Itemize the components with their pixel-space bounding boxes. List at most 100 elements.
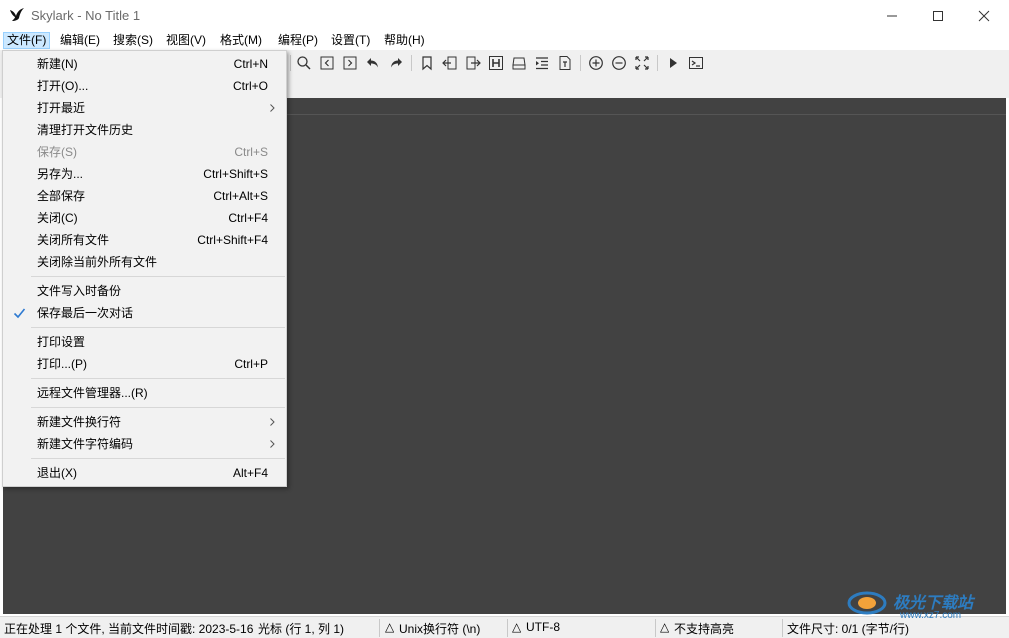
menu-item-label: 新建文件字符编码: [37, 437, 134, 451]
menu-item-new-file-encoding[interactable]: 新建文件字符编码: [5, 433, 284, 455]
menu-item-label: 保存(S): [37, 145, 77, 159]
title-bar: Skylark - No Title 1: [0, 0, 1009, 31]
zoom-out-button[interactable]: [609, 53, 629, 73]
status-cursor: 光标 (行 1, 列 1): [258, 622, 345, 636]
window-title: Skylark - No Title 1: [31, 8, 141, 23]
header-button[interactable]: [486, 53, 506, 73]
chevron-right-icon: [270, 418, 275, 426]
menu-item-save[interactable]: 保存(S) Ctrl+S: [5, 141, 284, 163]
menu-item-print-setup[interactable]: 打印设置: [5, 331, 284, 353]
menu-item-new[interactable]: 新建(N) Ctrl+N: [5, 53, 284, 75]
menu-item-open-recent[interactable]: 打开最近: [5, 97, 284, 119]
menu-item-shortcut: Ctrl+S: [234, 145, 268, 159]
menu-item-label: 清理打开文件历史: [37, 123, 134, 137]
menu-item-close[interactable]: 关闭(C) Ctrl+F4: [5, 207, 284, 229]
toolbar-separator: [411, 55, 412, 71]
menu-view[interactable]: 视图(V): [163, 32, 209, 49]
menu-item-label: 保存最后一次对话: [37, 306, 134, 320]
menu-item-shortcut: Alt+F4: [232, 466, 268, 480]
menu-separator: [31, 327, 285, 328]
menu-program[interactable]: 编程(P): [275, 32, 321, 49]
menu-item-new-file-line-ending[interactable]: 新建文件换行符: [5, 411, 284, 433]
status-separator: [507, 619, 508, 637]
chevron-right-icon: [270, 104, 275, 112]
status-processing: 正在处理 1 个文件, 当前文件时间戳: 2023-5-16: [4, 622, 254, 636]
drive-button[interactable]: [509, 53, 529, 73]
find-next-button[interactable]: [340, 53, 360, 73]
find-prev-button[interactable]: [317, 53, 337, 73]
menu-item-label: 退出(X): [37, 466, 77, 480]
menu-bar: 文件(F) 编辑(E) 搜索(S) 视图(V) 格式(M) 编程(P) 设置(T…: [0, 31, 1009, 50]
status-highlight-icon[interactable]: △: [660, 620, 669, 634]
status-encoding[interactable]: UTF-8: [526, 620, 646, 634]
find-button[interactable]: [294, 53, 314, 73]
minimize-button[interactable]: [869, 0, 915, 31]
checkmark-icon: [13, 308, 26, 319]
menu-item-shortcut: Ctrl+N: [233, 57, 268, 71]
skylark-bird-icon: [10, 8, 24, 21]
menu-separator: [31, 458, 285, 459]
fullscreen-button[interactable]: [632, 53, 652, 73]
next-icon: [343, 56, 357, 70]
menu-item-label: 全部保存: [37, 189, 86, 203]
menu-help[interactable]: 帮助(H): [381, 32, 428, 49]
toolbar-separator: [290, 55, 291, 71]
menu-item-shortcut: Ctrl+Shift+F4: [197, 233, 268, 247]
menu-item-save-as[interactable]: 另存为... Ctrl+Shift+S: [5, 163, 284, 185]
menu-separator: [31, 407, 285, 408]
menu-settings[interactable]: 设置(T): [328, 32, 373, 49]
menu-item-print[interactable]: 打印...(P) Ctrl+P: [5, 353, 284, 375]
menu-separator: [31, 378, 285, 379]
status-line-ending[interactable]: Unix换行符 (\n): [399, 620, 504, 637]
status-separator: [655, 619, 656, 637]
indent-button[interactable]: [532, 53, 552, 73]
status-encoding-icon[interactable]: △: [512, 620, 521, 634]
zoom-in-icon: [589, 56, 603, 70]
import-button[interactable]: [440, 53, 460, 73]
menu-item-label: 关闭除当前外所有文件: [37, 255, 158, 269]
indent-icon: [536, 57, 548, 70]
maximize-button[interactable]: [915, 0, 961, 31]
maximize-icon: [933, 10, 943, 21]
menu-item-clear-history[interactable]: 清理打开文件历史: [5, 119, 284, 141]
fullscreen-icon: [635, 56, 649, 70]
terminal-icon: [689, 57, 703, 69]
menu-item-save-all[interactable]: 全部保存 Ctrl+Alt+S: [5, 185, 284, 207]
undo-button[interactable]: [363, 53, 383, 73]
close-icon: [978, 10, 990, 21]
file-text-button[interactable]: [555, 53, 575, 73]
menu-item-shortcut: Ctrl+Shift+S: [203, 167, 268, 181]
status-line-ending-icon[interactable]: △: [385, 620, 394, 634]
menu-item-close-others[interactable]: 关闭除当前外所有文件: [5, 251, 284, 273]
status-separator: [782, 619, 783, 637]
zoom-in-button[interactable]: [586, 53, 606, 73]
redo-button[interactable]: [386, 53, 406, 73]
menu-item-shortcut: Ctrl+Alt+S: [213, 189, 268, 203]
menu-item-remote-file-manager[interactable]: 远程文件管理器...(R): [5, 382, 284, 404]
export-button[interactable]: [463, 53, 483, 73]
menu-item-close-all[interactable]: 关闭所有文件 Ctrl+Shift+F4: [5, 229, 284, 251]
menu-format[interactable]: 格式(M): [217, 32, 265, 49]
menu-item-shortcut: Ctrl+O: [232, 79, 268, 93]
close-button[interactable]: [961, 0, 1007, 31]
menu-file[interactable]: 文件(F): [3, 32, 51, 49]
menu-item-label: 打开最近: [37, 101, 86, 115]
menu-item-label: 打开(O)...: [37, 79, 89, 93]
toolbar-separator: [580, 55, 581, 71]
menu-item-save-last-session[interactable]: 保存最后一次对话: [5, 302, 284, 324]
terminal-button[interactable]: [686, 53, 706, 73]
menu-search[interactable]: 搜索(S): [110, 32, 156, 49]
menu-item-exit[interactable]: 退出(X) Alt+F4: [5, 462, 284, 484]
status-separator: [379, 619, 380, 637]
toolbar-separator: [657, 55, 658, 71]
menu-item-shortcut: Ctrl+P: [234, 357, 268, 371]
menu-item-backup-on-write[interactable]: 文件写入时备份: [5, 280, 284, 302]
menu-item-open[interactable]: 打开(O)... Ctrl+O: [5, 75, 284, 97]
run-button[interactable]: [663, 53, 683, 73]
status-highlight[interactable]: 不支持高亮: [674, 620, 774, 637]
menu-separator: [31, 276, 285, 277]
bookmark-button[interactable]: [417, 53, 437, 73]
menu-item-label: 关闭(C): [37, 211, 78, 225]
menu-edit[interactable]: 编辑(E): [57, 32, 103, 49]
status-bar: 正在处理 1 个文件, 当前文件时间戳: 2023-5-16 光标 (行 1, …: [0, 616, 1009, 638]
